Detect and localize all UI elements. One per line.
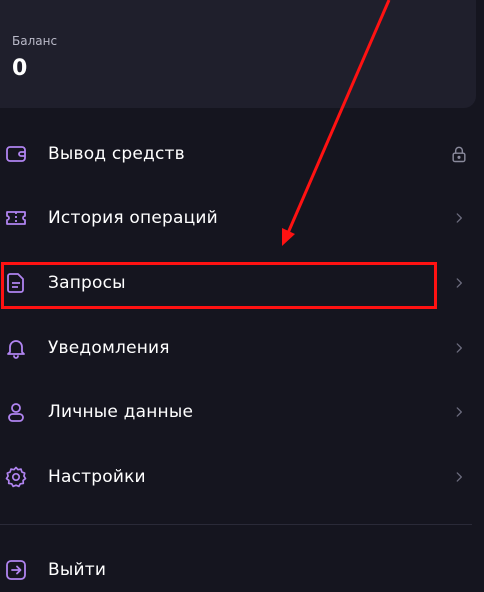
- menu-item-history[interactable]: История операций: [0, 190, 484, 246]
- menu-item-label: Настройки: [48, 467, 146, 487]
- chevron-right-icon: [448, 337, 470, 359]
- menu-item-notifications[interactable]: Уведомления: [0, 320, 484, 376]
- lock-icon: [448, 143, 470, 165]
- menu-item-settings[interactable]: Настройки: [0, 449, 484, 505]
- menu-item-label: Уведомления: [48, 338, 170, 358]
- menu-item-requests[interactable]: Запросы: [0, 255, 484, 311]
- document-icon: [4, 271, 28, 295]
- gear-icon: [4, 465, 28, 489]
- menu-item-label: Вывод средств: [48, 144, 185, 164]
- menu-item-label: Личные данные: [48, 402, 194, 422]
- chevron-right-icon: [448, 401, 470, 423]
- menu-divider: [0, 524, 472, 525]
- account-menu-screen: Баланс 0 Вывод средств История операций …: [0, 0, 484, 592]
- chevron-right-icon: [448, 466, 470, 488]
- wallet-icon: [4, 142, 28, 166]
- menu-item-personal-data[interactable]: Личные данные: [0, 384, 484, 440]
- balance-label: Баланс: [12, 34, 58, 48]
- ticket-icon: [4, 206, 28, 230]
- chevron-right-icon: [448, 207, 470, 229]
- balance-value: 0: [12, 56, 28, 81]
- menu-item-label: История операций: [48, 208, 218, 228]
- chevron-right-icon: [448, 272, 470, 294]
- bell-icon: [4, 336, 28, 360]
- menu-item-label: Выйти: [48, 560, 107, 580]
- menu-item-label: Запросы: [48, 273, 126, 293]
- menu-item-withdraw[interactable]: Вывод средств: [0, 126, 484, 182]
- logout-button[interactable]: Выйти: [0, 542, 484, 592]
- logout-icon: [4, 558, 28, 582]
- user-icon: [4, 400, 28, 424]
- balance-card: Баланс 0: [0, 0, 476, 108]
